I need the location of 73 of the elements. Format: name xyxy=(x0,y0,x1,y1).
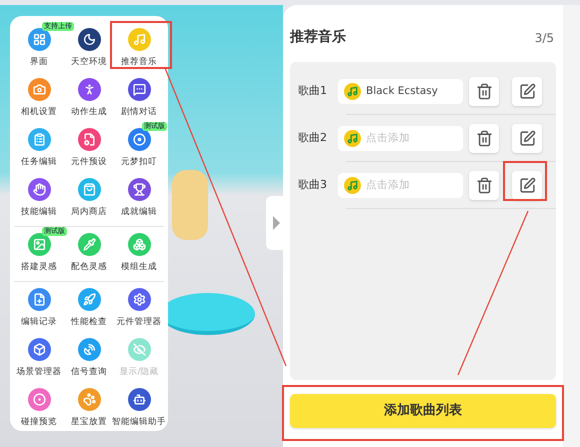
delete-button[interactable] xyxy=(469,77,499,106)
file-gear-icon[interactable] xyxy=(78,128,100,151)
song-label: 歌曲3 xyxy=(298,177,328,194)
edit-icon xyxy=(518,83,536,100)
image-icon[interactable] xyxy=(28,233,50,256)
menu-item-label[interactable]: 配色灵感 xyxy=(71,261,107,274)
figure-icon[interactable] xyxy=(78,78,100,101)
placeholder-text: 点击添加 xyxy=(366,130,410,146)
song-field[interactable]: Black Ecstasy xyxy=(338,79,463,104)
moon-icon[interactable] xyxy=(78,28,100,51)
menu-item-label[interactable]: 信号查询 xyxy=(71,366,107,379)
song-name: Black Ecstasy xyxy=(366,84,438,99)
menu-item-label[interactable]: 成就编辑 xyxy=(121,206,157,219)
menu-item-label[interactable]: 剧情对话 xyxy=(121,106,157,119)
cubes-icon[interactable] xyxy=(128,233,150,256)
song-label: 歌曲1 xyxy=(298,83,328,100)
menu-item-label[interactable]: 天空环境 xyxy=(71,56,107,69)
character-figure xyxy=(172,170,208,240)
menu-item-label[interactable]: 模组生成 xyxy=(121,261,157,274)
menu-item-label[interactable]: 局内商店 xyxy=(71,206,107,219)
edit-button[interactable] xyxy=(512,171,542,200)
trash-icon xyxy=(476,177,492,194)
trophy-icon[interactable] xyxy=(128,178,150,201)
menu-item-label[interactable]: 搭建灵感 xyxy=(21,261,57,274)
grid-icon[interactable] xyxy=(28,28,50,51)
edit-icon xyxy=(518,177,536,194)
music-note-icon xyxy=(344,83,361,100)
trash-icon xyxy=(476,130,492,147)
robot-icon[interactable] xyxy=(128,388,150,411)
satellite-dish-icon[interactable] xyxy=(78,338,100,361)
menu-item-label[interactable]: 场景管理器 xyxy=(16,366,62,379)
menu-item-label[interactable]: 推荐音乐 xyxy=(121,56,157,69)
menu-item-label[interactable]: 动作生成 xyxy=(71,106,107,119)
add-song-list-button[interactable]: 添加歌曲列表 xyxy=(290,394,556,428)
placeholder-text: 点击添加 xyxy=(366,178,410,193)
chat-icon[interactable] xyxy=(128,78,150,101)
menu-item-label[interactable]: 相机设置 xyxy=(21,106,57,119)
menu-item-label[interactable]: 性能检查 xyxy=(71,316,107,329)
menu-item-label[interactable]: 编辑记录 xyxy=(21,316,57,329)
bag-icon[interactable] xyxy=(78,178,100,201)
file-plus-icon[interactable] xyxy=(28,288,50,311)
menu-item-label[interactable]: 元件预设 xyxy=(71,156,107,169)
menu-item-label[interactable]: 元梦扣叮 xyxy=(121,156,157,169)
menu-item-label[interactable]: 技能编辑 xyxy=(21,206,57,219)
music-note-icon xyxy=(344,177,361,194)
menu-item-label[interactable]: 智能编辑助手 xyxy=(112,416,166,429)
camera-icon[interactable] xyxy=(28,78,50,101)
delete-button[interactable] xyxy=(469,171,499,200)
cube-icon[interactable] xyxy=(28,338,50,361)
song-count: 3/5 xyxy=(534,30,555,46)
menu-item-label[interactable]: 碰撞预览 xyxy=(21,416,57,429)
edit-icon xyxy=(518,130,536,147)
panel-title: 推荐音乐 xyxy=(290,28,346,47)
edit-button[interactable] xyxy=(512,77,542,106)
highlight-frame xyxy=(503,161,547,201)
hand-icon[interactable] xyxy=(28,178,50,201)
rocket-icon[interactable] xyxy=(78,288,100,311)
clipboard-icon[interactable] xyxy=(28,128,50,151)
triangle-icon xyxy=(272,216,280,230)
ring-icon[interactable] xyxy=(28,388,50,411)
menu-item-label[interactable]: 任务编辑 xyxy=(21,156,57,169)
edit-button[interactable] xyxy=(512,124,542,153)
menu-item-label[interactable]: 星宝放置 xyxy=(71,416,107,429)
highlight-frame xyxy=(110,21,172,69)
music-note-icon xyxy=(344,130,361,147)
gear-icon[interactable] xyxy=(128,288,150,311)
paw-icon[interactable] xyxy=(78,388,100,411)
dropper-icon[interactable] xyxy=(78,233,100,256)
trash-icon xyxy=(476,83,492,100)
menu-item-label[interactable]: 元件管理器 xyxy=(116,316,162,329)
delete-button[interactable] xyxy=(469,124,499,153)
menu-item-label[interactable]: 界面 xyxy=(30,56,48,69)
song-label: 歌曲2 xyxy=(298,130,328,146)
